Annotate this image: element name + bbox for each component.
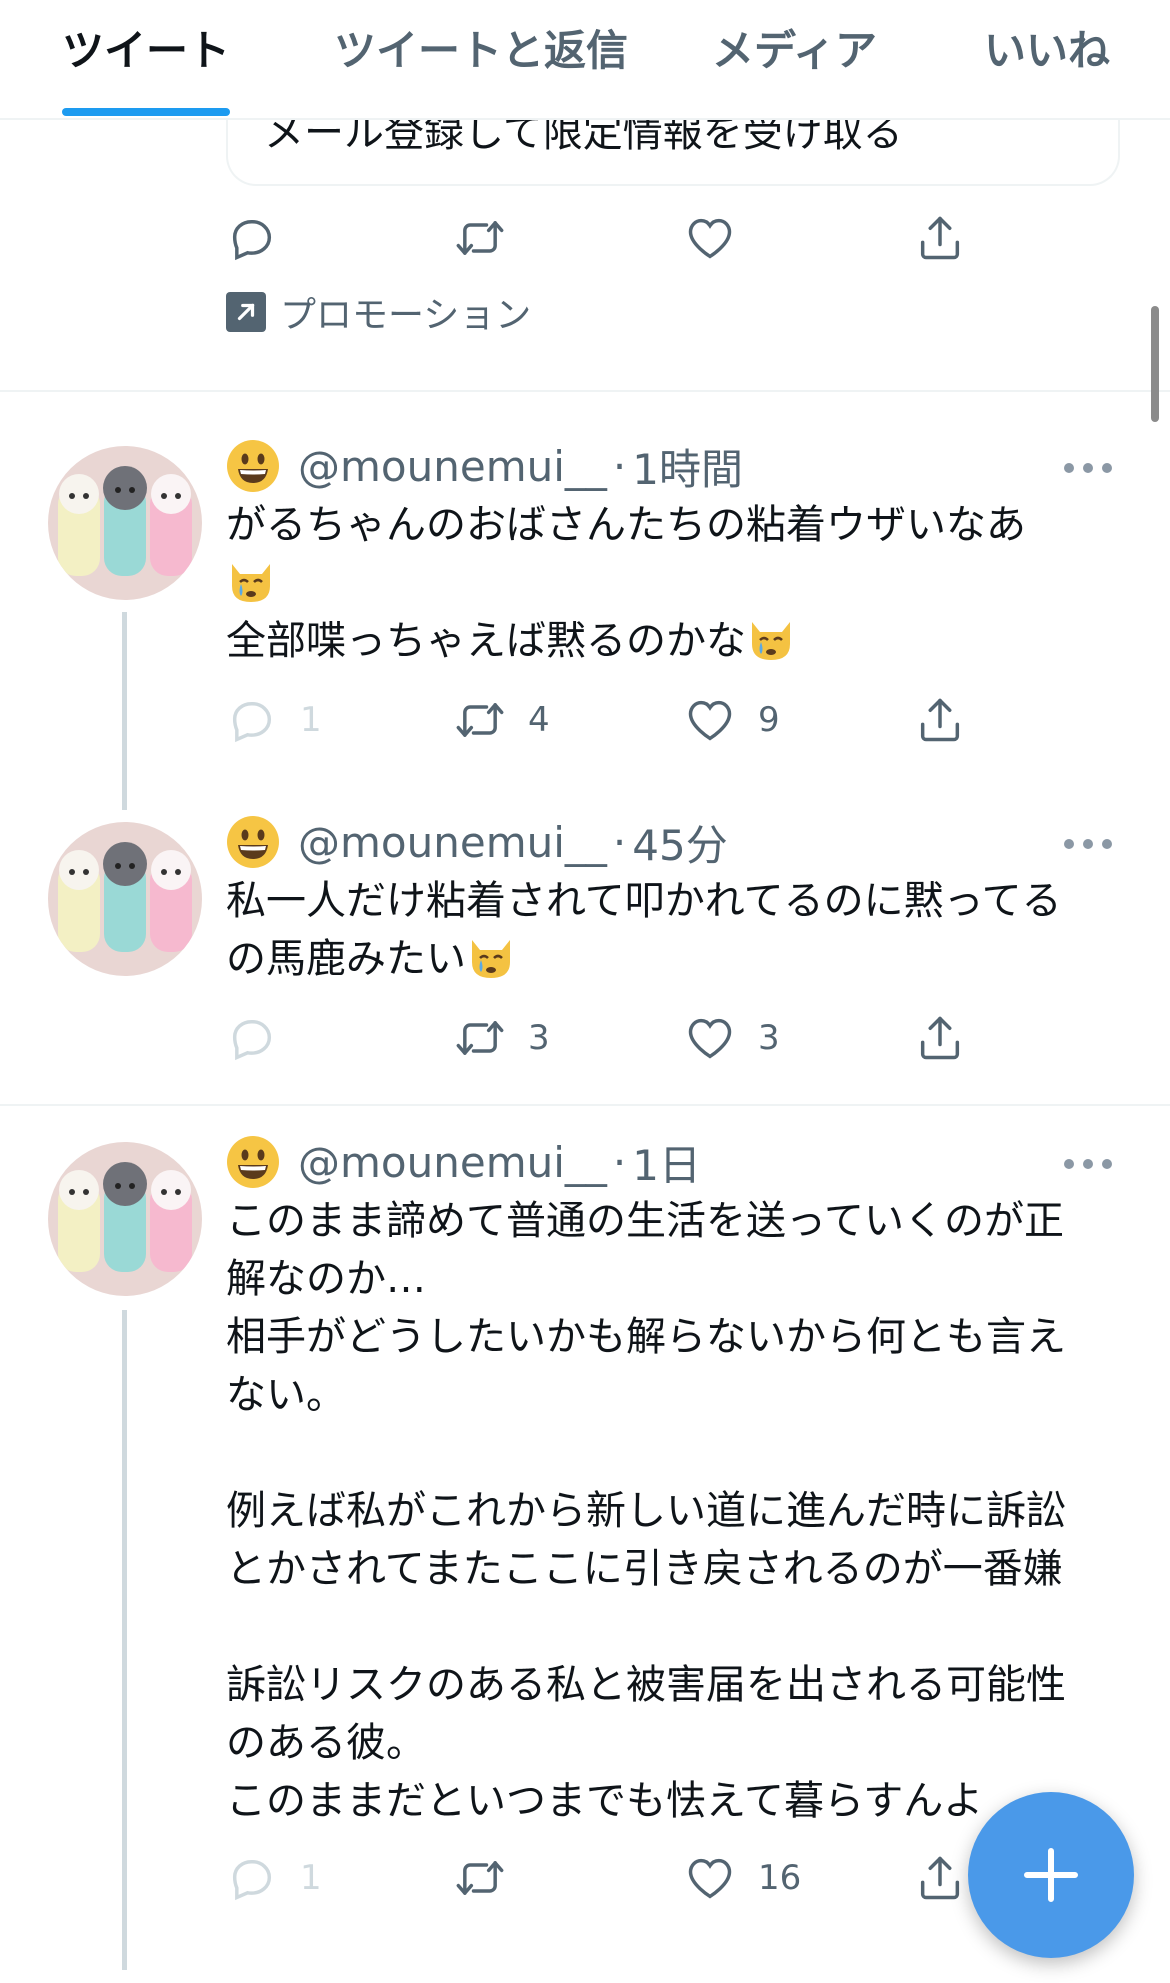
- tab-tweets-and-replies[interactable]: ツイートと返信: [334, 18, 628, 84]
- heart-icon: [688, 700, 732, 741]
- like-count: 3: [758, 1018, 780, 1058]
- tweet-line: がるちゃんのおばさんたちの粘着ウザいなあ: [226, 502, 1026, 548]
- reply-button[interactable]: [226, 208, 278, 268]
- promoted-arrow-icon: [226, 292, 266, 332]
- like-count: 9: [758, 700, 780, 740]
- heart-icon: [688, 1018, 732, 1059]
- share-button[interactable]: [914, 1848, 966, 1908]
- scrollbar[interactable]: [1151, 306, 1159, 422]
- share-icon: [920, 698, 960, 742]
- heart-icon: [688, 218, 732, 259]
- tweet-action-bar: 1 16: [226, 1848, 976, 1908]
- tweet-text: がるちゃんのおばさんたちの粘着ウザいなあ 全部喋っちゃえば黙るのかな: [226, 496, 1126, 670]
- crying-cat-emoji-icon: [232, 564, 270, 602]
- reply-icon: [232, 220, 272, 261]
- tweet-line: 全部喋っちゃえば黙るのかな: [226, 618, 746, 664]
- tab-tweets[interactable]: ツイート: [62, 18, 230, 84]
- grinning-face-emoji-icon: [227, 1136, 279, 1188]
- share-icon: [920, 1856, 960, 1900]
- like-count: 16: [758, 1858, 802, 1898]
- divider: [0, 1104, 1170, 1106]
- grinning-face-emoji-icon: [227, 816, 279, 868]
- promo-action-bar: [226, 208, 976, 268]
- reply-button[interactable]: 1: [226, 690, 322, 750]
- tab-media[interactable]: メディア: [712, 18, 877, 84]
- tweet-handle[interactable]: @mounemui__: [298, 818, 607, 867]
- promotion-label[interactable]: プロモーション: [226, 286, 531, 338]
- more-button[interactable]: [1064, 1154, 1112, 1174]
- retweet-count: 4: [528, 700, 550, 740]
- tweet-line: の馬鹿みたい: [226, 936, 466, 982]
- share-button[interactable]: [914, 690, 966, 750]
- reply-icon: [232, 1020, 272, 1061]
- retweet-icon: [456, 1861, 504, 1895]
- avatar[interactable]: [48, 446, 202, 600]
- thread-line: [122, 1310, 127, 1970]
- profile-tabs: ツイート ツイートと返信 メディア いいね: [0, 0, 1170, 120]
- share-icon: [920, 1016, 960, 1060]
- avatar[interactable]: [48, 822, 202, 976]
- avatar-image: [48, 446, 202, 600]
- avatar[interactable]: [48, 1142, 202, 1296]
- separator-dot: ·: [612, 817, 627, 867]
- tweet-time[interactable]: 1日: [632, 1132, 701, 1193]
- share-icon: [920, 216, 960, 260]
- like-button[interactable]: 3: [684, 1008, 780, 1068]
- active-tab-indicator: [62, 108, 230, 116]
- tab-likes[interactable]: いいね: [984, 18, 1110, 84]
- tweet-header: @mounemui__ · 1日: [226, 1130, 701, 1194]
- retweet-icon: [456, 703, 504, 737]
- share-button[interactable]: [914, 208, 966, 268]
- reply-button[interactable]: 1: [226, 1848, 322, 1908]
- reply-icon: [232, 702, 272, 743]
- thread-line: [122, 612, 127, 810]
- retweet-button[interactable]: [454, 1848, 528, 1908]
- grinning-face-emoji-icon: [227, 440, 279, 492]
- retweet-icon: [456, 1021, 504, 1055]
- crying-cat-emoji-icon: [472, 940, 510, 978]
- tweet-time[interactable]: 45分: [632, 812, 727, 873]
- like-button[interactable]: 9: [684, 690, 780, 750]
- share-button[interactable]: [914, 1008, 966, 1068]
- tweet-action-bar: 3 3: [226, 1008, 976, 1068]
- retweet-button[interactable]: [454, 208, 506, 268]
- promotion-text: プロモーション: [280, 295, 532, 336]
- tweet-time[interactable]: 1時間: [632, 436, 743, 497]
- divider: [0, 390, 1170, 392]
- like-button[interactable]: [684, 208, 736, 268]
- compose-plus-icon: [1024, 1848, 1078, 1902]
- reply-button[interactable]: [226, 1008, 300, 1068]
- reply-count: 1: [300, 1858, 322, 1898]
- retweet-icon: [456, 221, 504, 255]
- avatar-image: [48, 822, 202, 976]
- tweet-header: @mounemui__ · 45分: [226, 810, 728, 874]
- retweet-button[interactable]: 3: [454, 1008, 550, 1068]
- tweet-text: このまま諦めて普通の生活を送っていくのが正 解なのか… 相手がどうしたいかも解ら…: [226, 1198, 1066, 1824]
- tweet-header: @mounemui__ · 1時間: [226, 434, 743, 498]
- tweet-line: 私一人だけ粘着されて叩かれてるのに黙ってる: [226, 878, 1062, 924]
- avatar-image: [48, 1142, 202, 1296]
- separator-dot: ·: [612, 441, 627, 491]
- more-button[interactable]: [1064, 834, 1112, 854]
- tweet-text: 私一人だけ粘着されて叩かれてるのに黙ってる の馬鹿みたい: [226, 872, 1126, 988]
- tweet-action-bar: 1 4 9: [226, 690, 976, 750]
- retweet-button[interactable]: 4: [454, 690, 550, 750]
- reply-count: 1: [300, 700, 322, 740]
- tweet-handle[interactable]: @mounemui__: [298, 442, 607, 491]
- compose-tweet-button[interactable]: [968, 1792, 1134, 1958]
- separator-dot: ·: [612, 1137, 627, 1187]
- retweet-count: 3: [528, 1018, 550, 1058]
- reply-icon: [232, 1860, 272, 1901]
- more-button[interactable]: [1064, 458, 1112, 478]
- heart-icon: [688, 1858, 732, 1899]
- tweet-handle[interactable]: @mounemui__: [298, 1138, 607, 1187]
- crying-cat-emoji-icon: [752, 622, 790, 660]
- like-button[interactable]: 16: [684, 1848, 801, 1908]
